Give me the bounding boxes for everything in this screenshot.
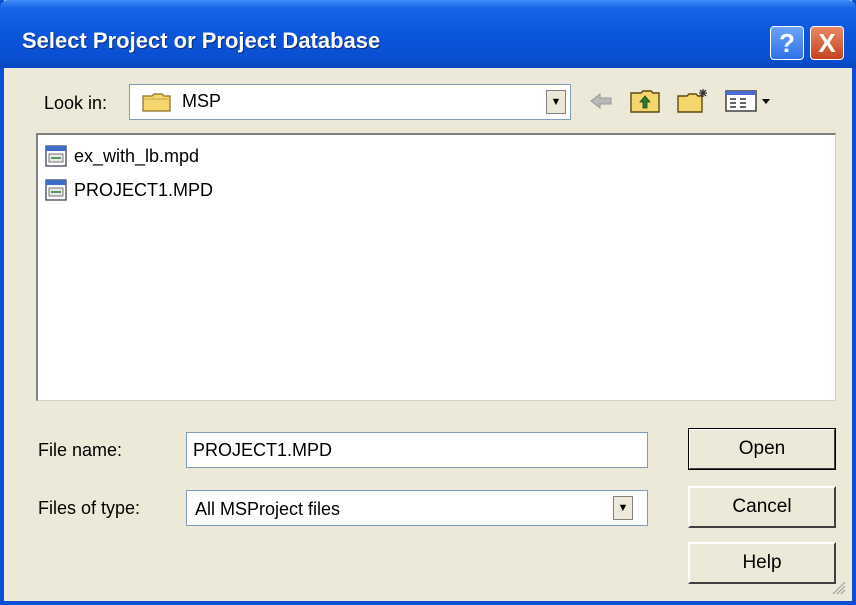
close-title-button[interactable]: X: [810, 26, 844, 60]
look-in-label: Look in:: [44, 93, 108, 113]
mpd-file-icon: [45, 145, 67, 167]
resize-grip-icon[interactable]: [832, 581, 846, 595]
file-name-label: File name:: [38, 440, 123, 460]
file-name: ex_with_lb.mpd: [74, 145, 200, 166]
file-type-dropdown-arrow[interactable]: ▼: [613, 496, 633, 520]
open-button[interactable]: Open: [688, 428, 836, 470]
new-folder-icon[interactable]: [676, 88, 710, 114]
chevron-down-icon: ▼: [550, 96, 562, 108]
help-button[interactable]: Help: [688, 542, 836, 584]
back-arrow-icon[interactable]: [588, 88, 614, 114]
file-type-label: Files of type:: [38, 498, 141, 518]
question-icon: ?: [779, 27, 795, 58]
open-button-label: Open: [738, 438, 786, 459]
look-in-value: MSP: [182, 91, 222, 111]
file-list[interactable]: ex_with_lb.mpd PROJECT1.MPD: [36, 133, 836, 401]
help-button-label: Help: [742, 552, 782, 573]
chevron-down-icon: ▼: [617, 502, 629, 514]
view-menu-icon[interactable]: [724, 88, 774, 114]
cancel-button-label: Cancel: [732, 496, 792, 517]
look-in-dropdown[interactable]: MSP ▼: [129, 84, 571, 120]
look-in-dropdown-arrow[interactable]: ▼: [546, 90, 566, 114]
file-type-value: All MSProject files: [195, 499, 341, 519]
help-title-button[interactable]: ?: [770, 26, 804, 60]
up-folder-icon[interactable]: [629, 88, 661, 114]
folder-icon: [142, 93, 171, 112]
file-type-dropdown[interactable]: All MSProject files ▼: [186, 490, 648, 526]
file-name: PROJECT1.MPD: [74, 179, 214, 200]
title-bar[interactable]: Select Project or Project Database ? X: [0, 0, 856, 68]
file-item-ex-with-lb[interactable]: ex_with_lb.mpd: [44, 143, 199, 169]
file-name-input[interactable]: [186, 432, 648, 468]
cancel-button[interactable]: Cancel: [688, 486, 836, 528]
file-item-project1[interactable]: PROJECT1.MPD: [44, 177, 213, 203]
dialog-title: Select Project or Project Database: [22, 28, 381, 53]
close-icon: X: [818, 27, 836, 58]
mpd-file-icon: [45, 179, 67, 201]
dialog-window: Select Project or Project Database ? X L…: [0, 0, 856, 605]
